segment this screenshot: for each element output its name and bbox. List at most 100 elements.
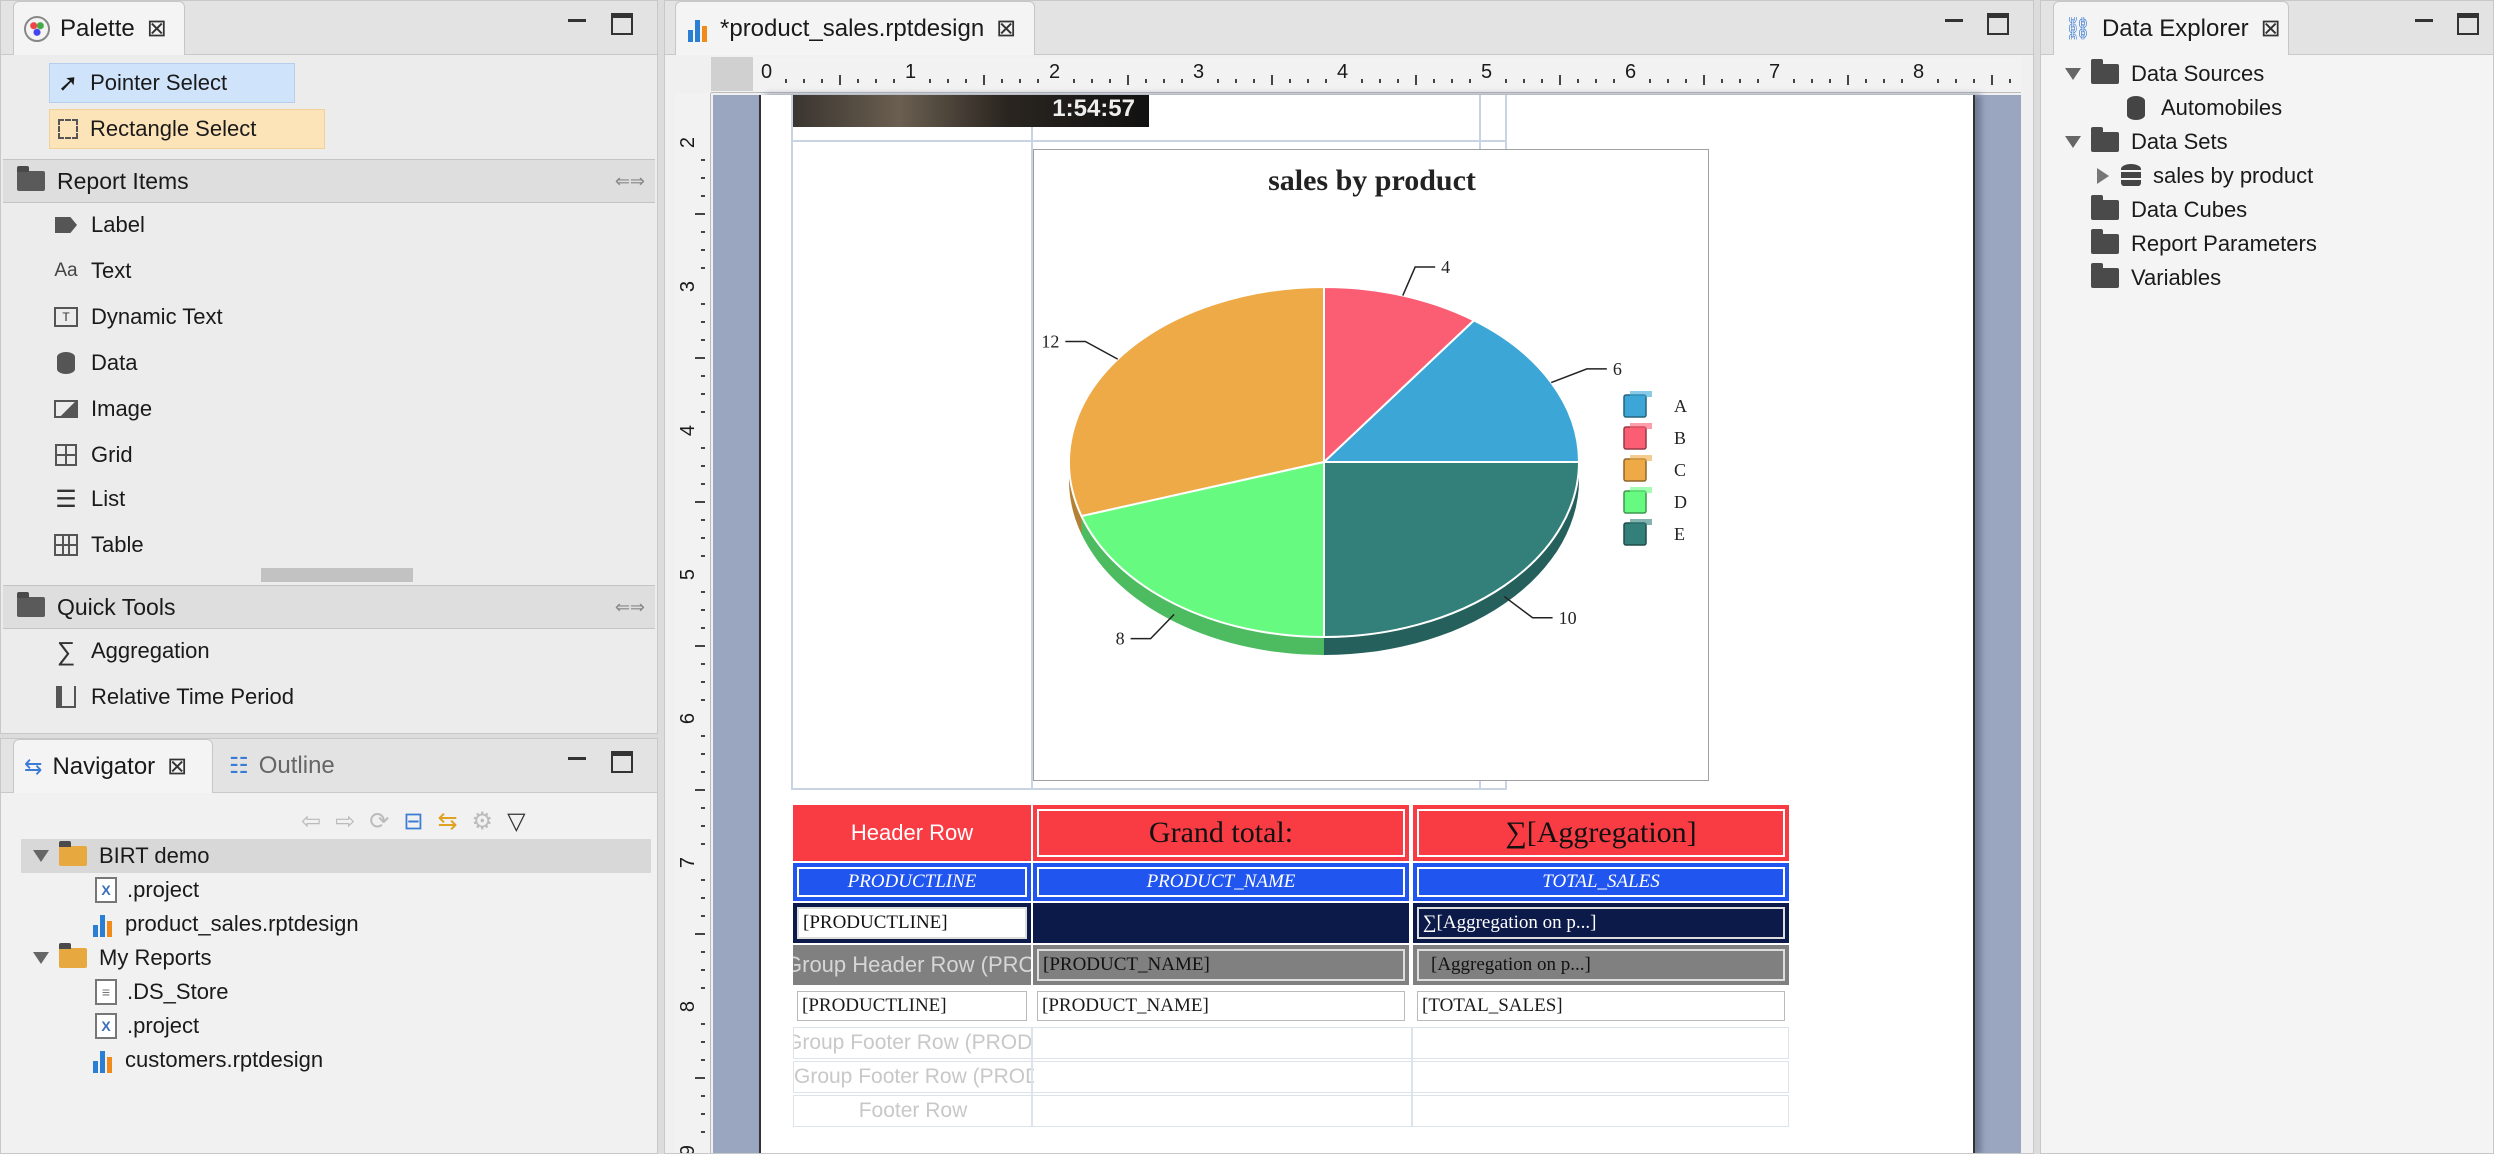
palette-item-image[interactable]: Image — [1, 388, 657, 430]
palette-scrollbar[interactable] — [261, 568, 413, 582]
collapse-arrows-icon[interactable]: ⇐⇒ — [615, 171, 645, 192]
expand-triangle-icon[interactable] — [2097, 168, 2109, 184]
forward-icon[interactable]: ⇨ — [335, 807, 355, 836]
ruler-tick — [701, 969, 705, 971]
palette-item-table[interactable]: Table — [1, 524, 657, 566]
group-header-row-product-name[interactable]: Group Header Row (PRODUCT_NAME) — [793, 945, 1031, 985]
tree-item-product-sales-report[interactable]: product_sales.rptdesign — [91, 907, 359, 941]
minimize-icon[interactable] — [566, 751, 588, 773]
ruler-tick — [701, 321, 705, 323]
tree-item-project-file[interactable]: X .project — [95, 873, 199, 907]
palette-item-aggregation[interactable]: ∑ Aggregation — [1, 630, 657, 672]
collapse-arrows-icon[interactable]: ⇐⇒ — [615, 597, 645, 618]
tree-item-automobiles[interactable]: Automobiles — [2127, 91, 2282, 125]
column-header-total-sales[interactable]: TOTAL_SALES — [1413, 863, 1789, 901]
footer-row[interactable]: Footer Row — [793, 1095, 1789, 1127]
expand-triangle-icon[interactable] — [2065, 136, 2081, 148]
tab-product-sales-editor[interactable]: *product_sales.rptdesign ⊠ — [675, 1, 1035, 55]
detail-productline[interactable]: [PRODUCTLINE] — [793, 987, 1031, 1025]
rectangle-select-tool[interactable]: Rectangle Select — [49, 109, 325, 149]
header-row-label[interactable]: Header Row — [793, 805, 1031, 861]
close-icon[interactable]: ⊠ — [167, 752, 187, 781]
data-explorer-tabbar: ⛓ Data Explorer ⊠ — [2041, 1, 2493, 55]
tree-item-data-cubes[interactable]: Data Cubes — [2091, 193, 2247, 227]
collapse-all-icon[interactable]: ⊟ — [403, 807, 423, 836]
up-icon[interactable]: ⟳ — [369, 807, 389, 836]
tab-navigator[interactable]: ⇆ Navigator ⊠ — [13, 739, 213, 793]
expand-triangle-icon[interactable] — [2065, 68, 2081, 80]
list-icon: ☰ — [55, 485, 77, 513]
palette-item-text[interactable]: Aa Text — [1, 250, 657, 292]
palette-item-grid[interactable]: Grid — [1, 434, 657, 476]
group-header-aggregation[interactable]: ∑[Aggregation on p...] — [1413, 903, 1789, 943]
text-file-icon: ≡ — [95, 979, 117, 1005]
aggregation-header-cell[interactable]: ∑[Aggregation] — [1413, 805, 1789, 861]
report-canvas[interactable]: 1:54:57 sales by product 6 4 12 8 10 A B C D E Hea… — [713, 95, 2021, 1153]
maximize-icon[interactable] — [611, 751, 633, 773]
tab-palette[interactable]: Palette ⊠ — [13, 1, 185, 55]
ruler-label: 4 — [1337, 61, 1349, 83]
expand-triangle-icon[interactable] — [33, 850, 49, 862]
tree-item-data-sources[interactable]: Data Sources — [2065, 57, 2264, 91]
tree-item-project-file-2[interactable]: X .project — [95, 1009, 199, 1043]
legend-swatch-top — [1630, 487, 1652, 493]
group2-product-name-cell[interactable]: [PRODUCT_NAME] — [1033, 945, 1409, 985]
tree-item-data-sets[interactable]: Data Sets — [2065, 125, 2228, 159]
maximize-icon[interactable] — [2457, 13, 2479, 35]
video-time-label: 1:54:57 — [1052, 95, 1135, 122]
close-icon[interactable]: ⊠ — [2261, 14, 2281, 43]
ruler-tick — [701, 519, 705, 521]
detail-product-name[interactable]: [PRODUCT_NAME] — [1033, 987, 1409, 1025]
pointer-icon: ➚ — [58, 69, 79, 97]
ruler-tick — [701, 375, 705, 377]
palette-item-label-text: Label — [91, 212, 145, 237]
minimize-icon[interactable] — [2413, 13, 2435, 35]
group-header-aggregation-text: [Aggregation on p...] — [1417, 949, 1785, 981]
ruler-tick — [701, 735, 705, 737]
maximize-icon[interactable] — [1987, 13, 2009, 35]
group-footer-row-productline[interactable]: Group Footer Row (PRODUCTLINE) — [793, 1061, 1789, 1093]
group-header-productline[interactable]: [PRODUCTLINE] — [793, 903, 1031, 943]
pointer-select-label: Pointer Select — [90, 70, 228, 95]
maximize-icon[interactable] — [611, 13, 633, 35]
tab-outline[interactable]: ☷ Outline — [219, 739, 369, 793]
palette-item-dynamic-text[interactable]: T Dynamic Text — [1, 296, 657, 338]
filter-icon[interactable]: ⚙ — [472, 807, 494, 836]
tree-item-variables[interactable]: Variables — [2091, 261, 2221, 295]
column-header-product-name[interactable]: PRODUCT_NAME — [1033, 863, 1409, 901]
tree-item-sales-by-product[interactable]: sales by product — [2097, 159, 2313, 193]
chart-frame[interactable]: sales by product 6 4 12 8 10 A B C D E — [1033, 149, 1709, 781]
pointer-select-tool[interactable]: ➚ Pointer Select — [49, 63, 295, 103]
palette-item-relative-time[interactable]: Relative Time Period — [1, 676, 657, 718]
tree-item-label: Data Sets — [2131, 129, 2228, 154]
tab-data-explorer[interactable]: ⛓ Data Explorer ⊠ — [2053, 1, 2289, 55]
tree-item-birt-demo[interactable]: BIRT demo — [33, 839, 209, 873]
group2-aggregation-cell[interactable]: [Aggregation on p...] — [1413, 945, 1789, 985]
minimize-icon[interactable] — [566, 13, 588, 35]
back-icon[interactable]: ⇦ — [301, 807, 321, 836]
ruler-tick — [839, 75, 841, 85]
minimize-icon[interactable] — [1943, 13, 1965, 35]
view-menu-icon[interactable]: ▽ — [507, 807, 525, 836]
detail-total-sales[interactable]: [TOTAL_SALES] — [1413, 987, 1789, 1025]
ruler-tick — [1847, 75, 1849, 85]
quick-tools-header[interactable]: Quick Tools ⇐⇒ — [3, 585, 655, 629]
palette-item-list[interactable]: ☰ List — [1, 478, 657, 520]
tree-item-my-reports[interactable]: My Reports — [33, 941, 211, 975]
tree-item-report-parameters[interactable]: Report Parameters — [2091, 227, 2317, 261]
grand-total-cell[interactable]: Grand total: — [1033, 805, 1409, 861]
link-editor-icon[interactable]: ⇆ — [437, 807, 457, 836]
column-header-productline[interactable]: PRODUCTLINE — [793, 863, 1031, 901]
group-footer-row-product-name[interactable]: Group Footer Row (PRODUCT_NAME) — [793, 1027, 1789, 1059]
palette-item-data[interactable]: Data — [1, 342, 657, 384]
tree-item-customers-report[interactable]: customers.rptdesign — [91, 1043, 323, 1077]
expand-triangle-icon[interactable] — [33, 952, 49, 964]
tree-item-ds-store[interactable]: ≡ .DS_Store — [95, 975, 229, 1009]
palette-item-label[interactable]: Label — [1, 204, 657, 246]
close-icon[interactable]: ⊠ — [996, 14, 1016, 43]
ruler-tick — [1973, 79, 1975, 83]
detail-field: [PRODUCT_NAME] — [1037, 991, 1405, 1021]
group-header-empty[interactable] — [1033, 903, 1409, 943]
close-icon[interactable]: ⊠ — [147, 14, 167, 43]
report-items-header[interactable]: Report Items ⇐⇒ — [3, 159, 655, 203]
